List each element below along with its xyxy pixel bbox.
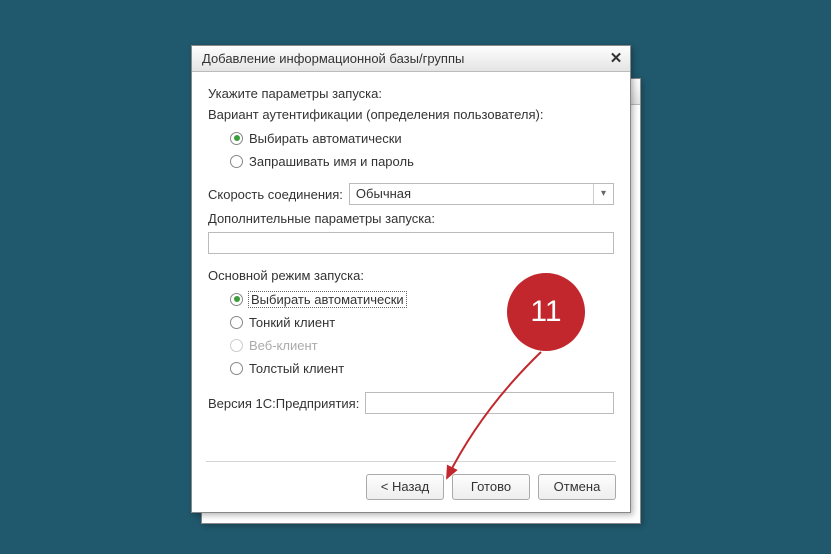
speed-row: Скорость соединения: Обычная ▾ <box>208 183 614 205</box>
radio-label: Веб-клиент <box>249 338 318 353</box>
annotation-badge: 11 <box>507 273 585 351</box>
extra-params-label: Дополнительные параметры запуска: <box>208 211 614 226</box>
chevron-down-icon: ▾ <box>593 184 613 204</box>
finish-button[interactable]: Готово <box>452 474 530 500</box>
speed-value: Обычная <box>350 184 593 204</box>
dialog-content: Укажите параметры запуска: Вариант аутен… <box>192 72 630 420</box>
speed-select[interactable]: Обычная ▾ <box>349 183 614 205</box>
radio-icon <box>230 362 243 375</box>
extra-params-input[interactable] <box>208 232 614 254</box>
cancel-button[interactable]: Отмена <box>538 474 616 500</box>
auth-radio-prompt[interactable]: Запрашивать имя и пароль <box>230 151 614 171</box>
radio-label: Толстый клиент <box>249 361 344 376</box>
radio-label: Выбирать автоматически <box>248 291 407 308</box>
radio-icon <box>230 293 243 306</box>
auth-radio-group: Выбирать автоматически Запрашивать имя и… <box>208 128 614 171</box>
radio-icon <box>230 155 243 168</box>
radio-label: Тонкий клиент <box>249 315 335 330</box>
radio-icon <box>230 339 243 352</box>
auth-section-label: Вариант аутентификации (определения поль… <box>208 107 614 122</box>
intro-label: Укажите параметры запуска: <box>208 86 614 101</box>
radio-icon <box>230 132 243 145</box>
radio-icon <box>230 316 243 329</box>
version-input[interactable] <box>365 392 614 414</box>
radio-label: Выбирать автоматически <box>249 131 402 146</box>
auth-radio-auto[interactable]: Выбирать автоматически <box>230 128 614 148</box>
divider <box>206 461 616 462</box>
titlebar: Добавление информационной базы/группы ✕ <box>192 46 630 72</box>
version-row: Версия 1С:Предприятия: <box>208 392 614 414</box>
close-icon[interactable]: ✕ <box>606 49 626 69</box>
back-button[interactable]: < Назад <box>366 474 444 500</box>
annotation-number: 11 <box>530 295 561 329</box>
button-row: < Назад Готово Отмена <box>206 474 616 500</box>
dialog-title: Добавление информационной базы/группы <box>202 51 464 66</box>
dialog-footer: < Назад Готово Отмена <box>192 461 630 500</box>
mode-radio-thick[interactable]: Толстый клиент <box>230 358 614 378</box>
speed-label: Скорость соединения: <box>208 187 343 202</box>
version-label: Версия 1С:Предприятия: <box>208 396 359 411</box>
radio-label: Запрашивать имя и пароль <box>249 154 414 169</box>
